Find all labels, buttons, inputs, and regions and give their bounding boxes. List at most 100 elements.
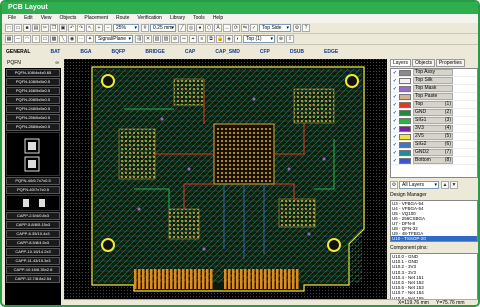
menu-verification[interactable]: Verification [137,14,161,23]
layer-color-swatch[interactable] [399,93,411,100]
settings-icon[interactable]: ⚙ [293,24,301,32]
via-icon[interactable]: ◎ [187,24,195,32]
menu-route[interactable]: Route [116,14,129,23]
net-icon[interactable]: ⋯ [77,35,85,43]
drc-icon[interactable]: ✓ [250,24,258,32]
layer-color-swatch[interactable] [399,141,411,148]
autoroute-icon[interactable]: ⇶ [135,35,143,43]
hole-icon[interactable]: ◉ [68,35,76,43]
footprint-preview[interactable] [6,132,60,176]
component-pins-list[interactable]: U10.0 - GND U10.1 - GND U10.2 - 3V3 U10.3 -… [390,253,478,303]
mirror-icon[interactable]: ⇋ [241,24,249,32]
layer-down-icon[interactable]: ▼ [450,180,458,189]
layer-row[interactable]: ✓ Top Silk [391,77,477,85]
design-manager-list[interactable]: U3 - VFBGA-54 U4 - VFBGA-54 U5 - VQ100 U6 -… [390,200,478,242]
menu-placement[interactable]: Placement [84,14,108,23]
text-icon[interactable]: A [214,24,222,32]
grid-select[interactable]: 0.25 mm [150,24,176,32]
print-icon[interactable]: ▤ [32,24,40,32]
layer-up-icon[interactable]: ▲ [441,180,449,189]
arc-icon[interactable]: ◠ [23,35,31,43]
binoculars-icon[interactable]: ∞ [55,59,59,68]
redo-icon[interactable]: ↷ [77,24,85,32]
library-item[interactable]: PQFN-108/5x5x0.5 [6,78,60,86]
layer-color-swatch[interactable] [399,101,411,108]
visibility-check-icon[interactable]: ✓ [391,158,399,164]
keepout-icon[interactable]: ⊘ [171,35,179,43]
tab-general[interactable]: GENERAL [6,48,30,56]
tab-layers[interactable]: Layers [390,59,412,67]
undo-icon[interactable]: ↶ [68,24,76,32]
group-icon[interactable]: ⧉ [207,35,215,43]
menu-objects[interactable]: Objects [59,14,76,23]
library-item[interactable]: PQFN-208/5x5x0.5 [6,96,60,104]
visibility-check-icon[interactable]: ✓ [391,86,399,92]
menu-help[interactable]: Help [213,14,223,23]
3d-view-icon[interactable]: ◈ [225,35,233,43]
layer-row[interactable]: ✓ 2V5 (5) [391,133,477,141]
rotate-icon[interactable]: ⟳ [232,24,240,32]
library-item[interactable]: CAPP-2.5/4/0.8x3 [6,212,60,220]
layer-color-swatch[interactable] [399,133,411,140]
help-icon[interactable]: ? [302,24,310,32]
library-item[interactable]: PQFN-248/5x5x0.5 [6,105,60,113]
menu-edit[interactable]: Edit [24,14,33,23]
layer-row[interactable]: ✓ GND2 (7) [391,149,477,157]
tab-bga[interactable]: BGA [80,48,91,56]
layer-row[interactable]: ✓ Bottom (8) [391,157,477,165]
tab-cfp[interactable]: CFP [260,48,270,56]
visibility-check-icon[interactable]: ✓ [391,126,399,132]
new-file-icon[interactable]: □ [5,24,13,32]
layer-row[interactable]: ✓ Top Mask [391,85,477,93]
layer-color-swatch[interactable] [399,149,411,156]
library-item[interactable]: PQFN-108/4x4x0.65 [6,69,60,77]
circle-icon[interactable]: ○ [32,35,40,43]
select-arrow-icon[interactable]: ↖ [86,24,94,32]
tab-properties[interactable]: Properties [435,59,465,67]
layer-row[interactable]: ✓ 3V3 (4) [391,125,477,133]
tab-bqfp[interactable]: BQFP [111,48,125,56]
fill-icon[interactable]: ▩ [50,35,58,43]
layer-color-swatch[interactable] [399,77,411,84]
route-icon[interactable]: ╱ [178,24,186,32]
library-item[interactable]: CAPP-12.7/8.8x2.54 [6,275,60,283]
layer-color-swatch[interactable] [399,109,411,116]
layer-row[interactable]: ✓ Top Assy [391,69,477,77]
tab-bridge[interactable]: BRIDGE [145,48,164,56]
measure-icon[interactable]: ↔ [223,24,231,32]
zoom-out-icon[interactable]: − [104,24,112,32]
grid-icon[interactable]: # [141,24,149,32]
visibility-check-icon[interactable]: ✓ [391,134,399,140]
layer-visibility-icon[interactable]: ◐ [234,35,242,43]
plane-icon[interactable]: ▥ [153,35,161,43]
pad-icon[interactable]: ● [196,24,204,32]
library-item[interactable]: PQFN-40/7x7x0.5 [6,186,60,194]
cut-icon[interactable]: ✂ [41,24,49,32]
design-manager-item[interactable]: U10 - TSSOP-20 [391,236,477,241]
layer-settings-icon[interactable]: ⚙ [390,180,398,189]
tab-dsub[interactable]: DSUB [290,48,304,56]
menu-file[interactable]: File [8,14,16,23]
visibility-check-icon[interactable]: ✓ [391,102,399,108]
library-item[interactable]: CAPP-8.5/8/4.5x3 [6,239,60,247]
zoom-select[interactable]: 25% [113,24,139,32]
menu-library[interactable]: Library [170,14,185,23]
tab-bat[interactable]: BAT [50,48,60,56]
layer-color-swatch[interactable] [399,157,411,164]
library-item[interactable]: PQFN-256/6x6x0.5 [6,114,60,122]
layer-color-swatch[interactable] [399,69,411,76]
line-icon[interactable]: ╲ [59,35,67,43]
side-select[interactable]: Top Side [259,24,291,32]
visibility-check-icon[interactable]: ✓ [391,150,399,156]
layer-color-swatch[interactable] [399,117,411,124]
tab-edge[interactable]: EDGE [324,48,338,56]
snap-icon[interactable]: ⌖ [189,35,197,43]
copy-icon[interactable]: ❐ [50,24,58,32]
library-item[interactable]: PQFN-168/5x5x0.5 [6,87,60,95]
library-item[interactable]: CAPP-10.16/14.2x3 [6,248,60,256]
menu-view[interactable]: View [41,14,52,23]
library-item[interactable]: CAPP-5.8/8/5.15x3 [6,221,60,229]
polygon-icon[interactable]: ⬡ [205,24,213,32]
visibility-check-icon[interactable]: ✓ [391,94,399,100]
open-folder-icon[interactable]: ▭ [14,24,22,32]
